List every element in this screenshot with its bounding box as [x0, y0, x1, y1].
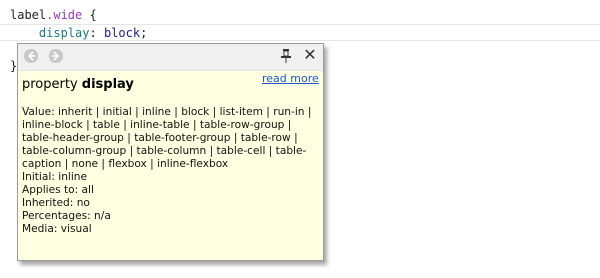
css-property-value: block — [103, 26, 141, 40]
percentages-line: Percentages: n/a — [22, 210, 111, 222]
inherited-line: Inherited: no — [22, 197, 90, 209]
colon: : — [89, 26, 104, 40]
pin-glyph — [281, 49, 291, 63]
close-icon[interactable]: ✕ — [302, 46, 318, 64]
selector-tag: label — [10, 8, 47, 22]
selector-class: .wide — [46, 8, 83, 22]
brace-open: { — [82, 8, 97, 22]
applies-to-line: Applies to: all — [22, 184, 94, 196]
value-line: Value: inherit | initial | inline | bloc… — [22, 106, 312, 170]
quick-docs-popup: ✕ property display read more Value: inhe… — [17, 43, 324, 261]
arrow-left-icon[interactable] — [24, 49, 38, 63]
semicolon: ; — [140, 26, 148, 40]
code-line-declaration[interactable]: display: block; — [10, 24, 147, 42]
code-line-selector[interactable]: label.wide { — [10, 6, 97, 24]
read-more-link[interactable]: read more — [262, 72, 319, 85]
initial-line: Initial: inline — [22, 171, 88, 183]
pin-icon[interactable] — [280, 48, 292, 64]
title-property-name: display — [81, 77, 134, 92]
media-line: Media: visual — [22, 223, 92, 235]
title-prefix: property — [22, 77, 82, 92]
popup-toolbar: ✕ — [18, 44, 323, 71]
css-property-name: display — [38, 26, 90, 40]
property-details: Value: inherit | initial | inline | bloc… — [22, 106, 321, 236]
arrow-right-glyph — [49, 49, 63, 63]
arrow-right-icon[interactable] — [49, 49, 63, 63]
arrow-left-glyph — [24, 49, 38, 63]
popup-title: property display — [22, 77, 134, 92]
